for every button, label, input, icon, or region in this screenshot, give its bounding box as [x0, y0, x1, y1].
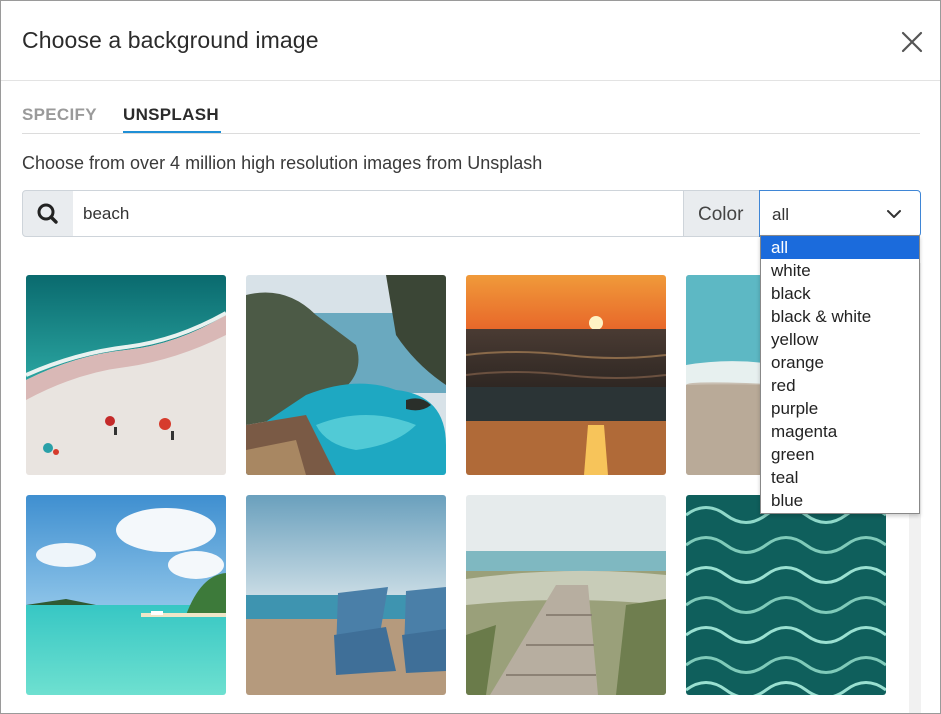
image-thumbnail[interactable] [26, 275, 226, 475]
tab-bar: SPECIFY UNSPLASH [22, 101, 920, 134]
image-thumbnail[interactable] [686, 495, 886, 695]
color-option-red[interactable]: red [761, 374, 919, 397]
beach-aerial-image [26, 275, 226, 475]
color-label: Color [683, 190, 760, 237]
rippling-water-image [686, 495, 886, 695]
color-option-orange[interactable]: orange [761, 351, 919, 374]
dialog-title: Choose a background image [22, 27, 319, 53]
ocean-sunset-image [466, 275, 666, 475]
color-option-teal[interactable]: teal [761, 466, 919, 489]
image-thumbnail[interactable] [246, 495, 446, 695]
search-addon [22, 190, 74, 237]
image-thumbnail[interactable] [466, 495, 666, 695]
close-icon [901, 31, 923, 53]
color-option-white[interactable]: white [761, 259, 919, 282]
beach-chairs-image [246, 495, 446, 695]
chevron-down-icon [887, 210, 901, 218]
color-option-black[interactable]: black [761, 282, 919, 305]
color-option-purple[interactable]: purple [761, 397, 919, 420]
unsplash-description: Choose from over 4 million high resoluti… [22, 153, 543, 173]
color-option-magenta[interactable]: magenta [761, 420, 919, 443]
active-tab-indicator [123, 131, 221, 133]
color-option-blue[interactable]: blue [761, 489, 919, 512]
tab-unsplash[interactable]: UNSPLASH [123, 105, 219, 125]
boardwalk-image [466, 495, 666, 695]
color-option-yellow[interactable]: yellow [761, 328, 919, 351]
dialog-header: Choose a background image [1, 1, 940, 81]
color-option-all[interactable]: all [761, 236, 919, 259]
background-image-dialog: Choose a background image SPECIFY UNSPLA… [0, 0, 941, 714]
image-thumbnail[interactable] [466, 275, 666, 475]
coastal-cove-image [246, 275, 446, 475]
color-select[interactable]: all [759, 190, 921, 237]
color-option-green[interactable]: green [761, 443, 919, 466]
color-option-black-white[interactable]: black & white [761, 305, 919, 328]
image-thumbnail[interactable] [26, 495, 226, 695]
tropical-lagoon-image [26, 495, 226, 695]
color-select-value: all [772, 205, 790, 224]
search-icon [37, 203, 58, 224]
image-thumbnail[interactable] [246, 275, 446, 475]
search-group: Color all [22, 190, 921, 237]
search-input[interactable] [73, 190, 684, 237]
color-dropdown-list: all white black black & white yellow ora… [760, 235, 920, 514]
tab-specify[interactable]: SPECIFY [22, 105, 97, 125]
close-button[interactable] [898, 28, 926, 56]
